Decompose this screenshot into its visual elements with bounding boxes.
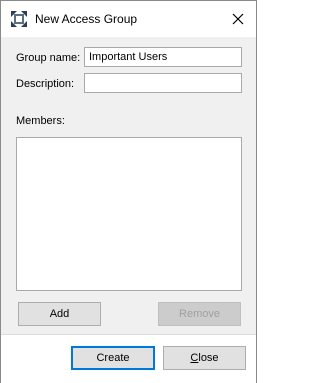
description-input[interactable] [84, 73, 242, 93]
close-button-label: Close [190, 352, 219, 364]
members-list[interactable] [16, 137, 242, 291]
members-label: Members: [16, 115, 65, 127]
close-icon[interactable] [231, 12, 245, 26]
create-button[interactable]: Create [71, 346, 155, 370]
description-label: Description: [16, 78, 75, 90]
title-bar: New Access Group [1, 1, 256, 37]
group-name-label: Group name: [16, 52, 81, 64]
add-button[interactable]: Add [18, 302, 101, 326]
new-access-group-dialog: New Access Group Group name: Description… [0, 0, 257, 383]
dialog-footer: Create Close [1, 334, 256, 383]
close-button[interactable]: Close [163, 346, 246, 370]
group-name-input[interactable] [84, 47, 242, 67]
remove-button[interactable]: Remove [158, 302, 241, 326]
dialog-content: Group name: Description: Members: Add Re… [1, 37, 256, 334]
access-group-app-icon [11, 11, 27, 27]
dialog-title: New Access Group [35, 12, 138, 26]
